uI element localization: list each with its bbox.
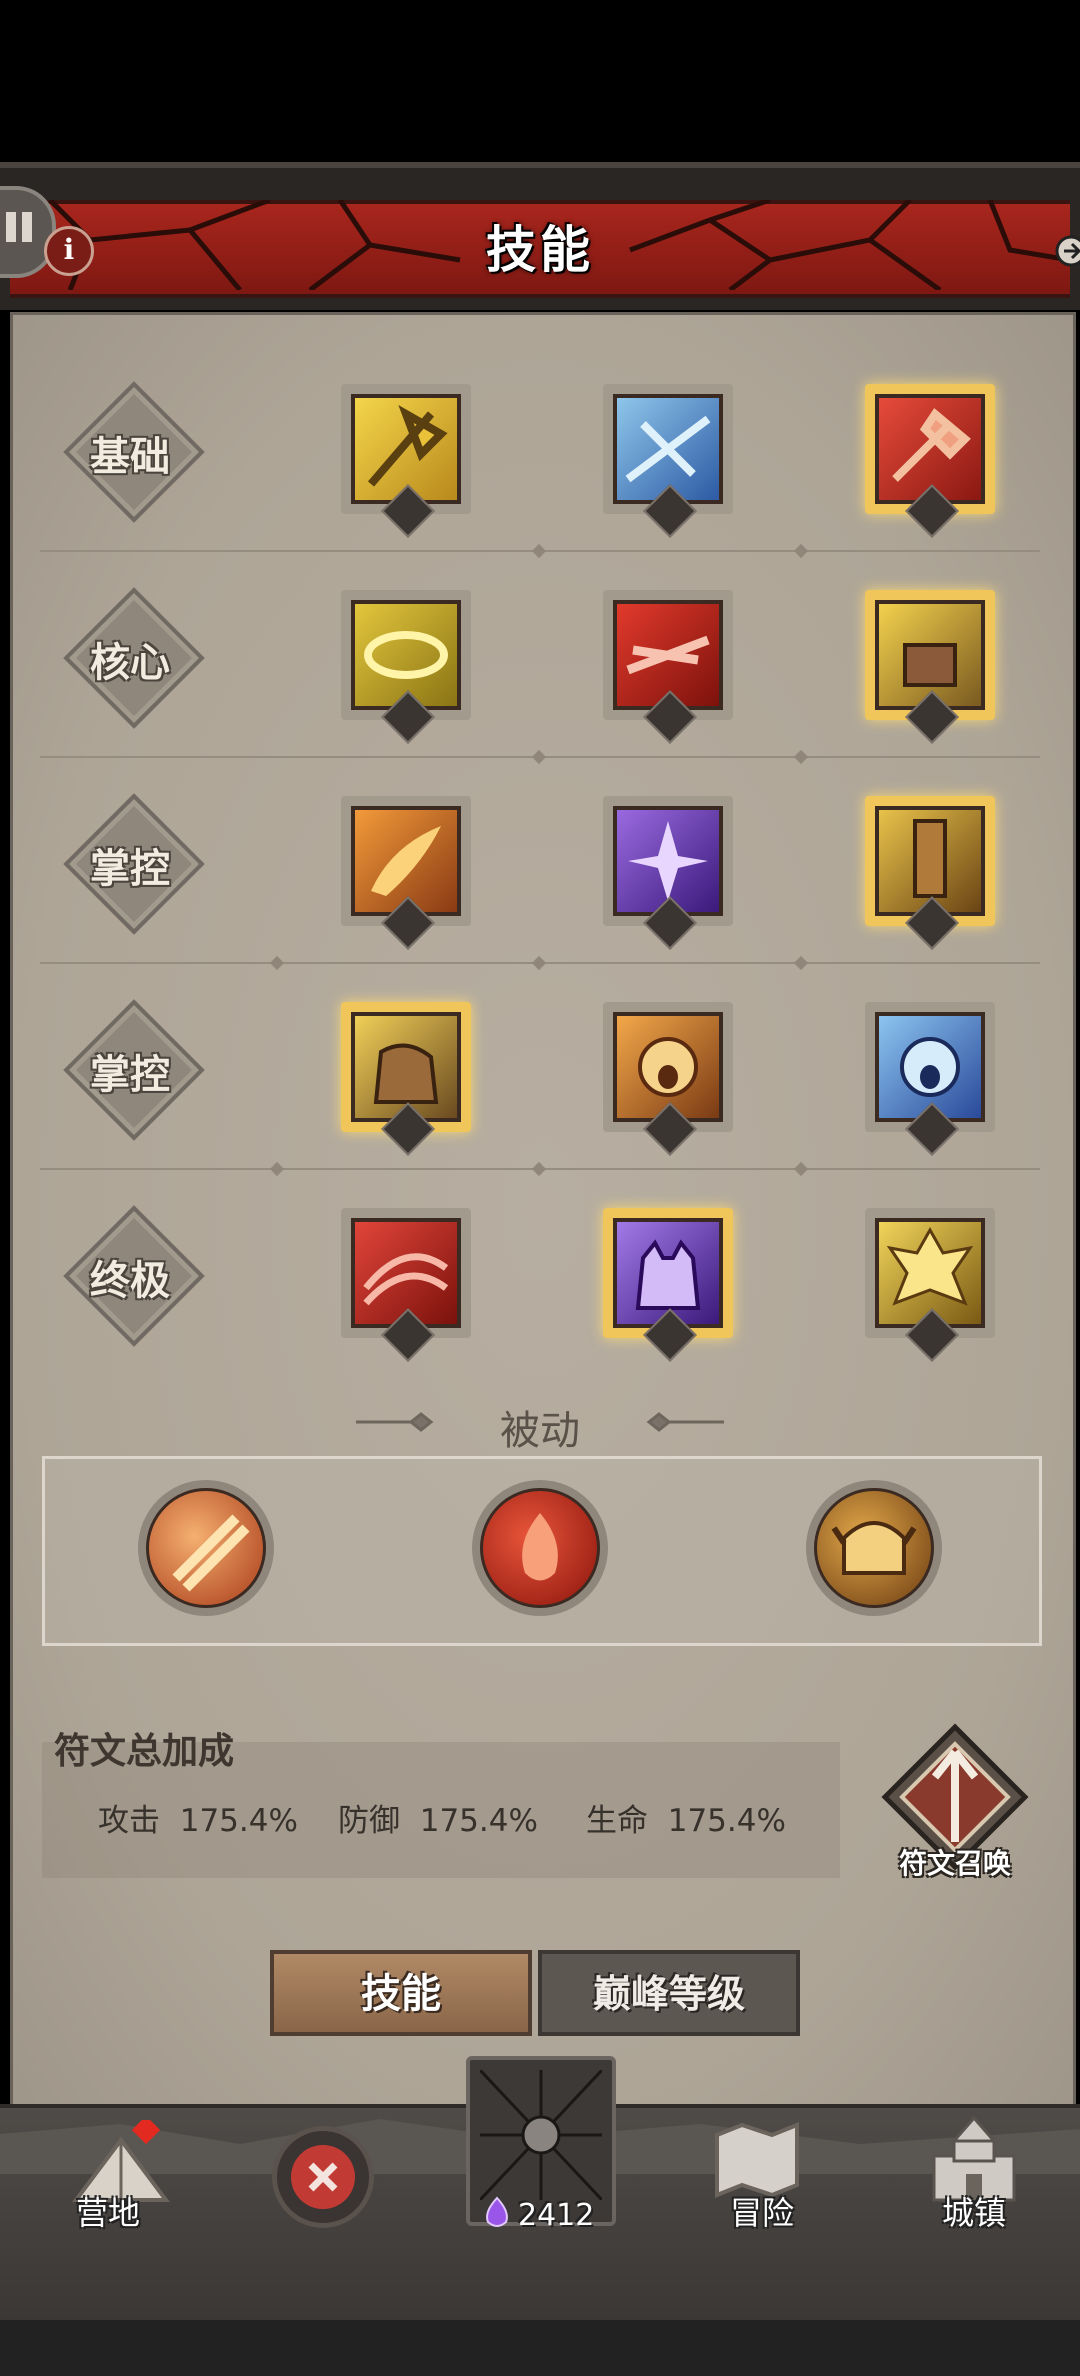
row-label-ultimate: 终极 [63, 1205, 205, 1347]
soul-gem-icon [486, 2196, 508, 2227]
skill-icon-golden-axe[interactable] [341, 384, 471, 538]
stat-health: 生命 175.4% [586, 1795, 786, 1840]
stat-defense: 防御 175.4% [338, 1795, 538, 1840]
close-button[interactable] [272, 2126, 374, 2228]
row-label-text: 基础 [90, 434, 170, 480]
stat-attack: 攻击 175.4% [98, 1795, 298, 1840]
skill-icon-blood-hammer[interactable] [865, 384, 995, 538]
skill-icon-golden-titan[interactable] [865, 1208, 995, 1362]
system-bar [0, 2320, 1080, 2376]
row-label-mastery-2: 掌控 [63, 999, 205, 1141]
skill-icon-war-cry[interactable] [603, 1002, 733, 1156]
tab-skill[interactable]: 技能 [270, 1950, 532, 2036]
ornament-left-icon [356, 1412, 434, 1432]
nav-label-adventure: 冒险 [729, 2194, 794, 2232]
passive-title: 被动 [500, 1408, 580, 1454]
info-button[interactable]: i [44, 226, 94, 276]
stat-name: 防御 [338, 1803, 400, 1839]
stat-value: 175.4% [179, 1803, 298, 1839]
currency-value: 2412 [518, 2198, 595, 2233]
close-icon [308, 2162, 338, 2192]
row-label-text: 掌控 [90, 1052, 170, 1098]
skill-icon-earth-pillar[interactable] [865, 796, 995, 950]
row-label-mastery: 掌控 [63, 793, 205, 935]
rune-bonus-title: 符文总加成 [54, 1731, 235, 1772]
stat-value: 175.4% [419, 1803, 538, 1839]
passive-helmet[interactable] [806, 1480, 942, 1616]
tab-peak-level[interactable]: 巅峰等级 [538, 1950, 800, 2036]
stat-name: 生命 [586, 1803, 648, 1839]
nav-label-camp: 营地 [75, 2194, 140, 2232]
page-title: 技能 [486, 221, 594, 279]
row-label-text: 掌控 [90, 846, 170, 892]
row-label-text: 终极 [90, 1258, 170, 1304]
passive-flame[interactable] [472, 1480, 608, 1616]
spider-icon [480, 2070, 602, 2200]
skill-icon-ice-strike[interactable] [603, 384, 733, 538]
skill-icon-void-burst[interactable] [603, 796, 733, 950]
stat-name: 攻击 [98, 1803, 160, 1839]
back-icon [6, 212, 32, 242]
skill-icon-golden-whirl[interactable] [341, 590, 471, 744]
skill-icon-blood-wave[interactable] [341, 1208, 471, 1362]
skill-icon-anvil-slam[interactable] [865, 590, 995, 744]
skill-icon-fire-charge[interactable] [341, 796, 471, 950]
rune-summon-label: 符文召唤 [898, 1847, 1011, 1880]
share-icon[interactable] [1052, 232, 1080, 270]
skill-icon-red-cleave[interactable] [603, 590, 733, 744]
row-label-basic: 基础 [63, 381, 205, 523]
row-label-core: 核心 [63, 587, 205, 729]
skill-icon-frost-shout[interactable] [865, 1002, 995, 1156]
skill-icon-demon-form[interactable] [603, 1208, 733, 1362]
stat-value: 175.4% [667, 1803, 786, 1839]
nav-label-town: 城镇 [941, 2194, 1006, 2232]
row-label-text: 核心 [90, 640, 170, 686]
ornament-right-icon [646, 1412, 724, 1432]
passive-blade[interactable] [138, 1480, 274, 1616]
skill-icon-rage-fist[interactable] [341, 1002, 471, 1156]
